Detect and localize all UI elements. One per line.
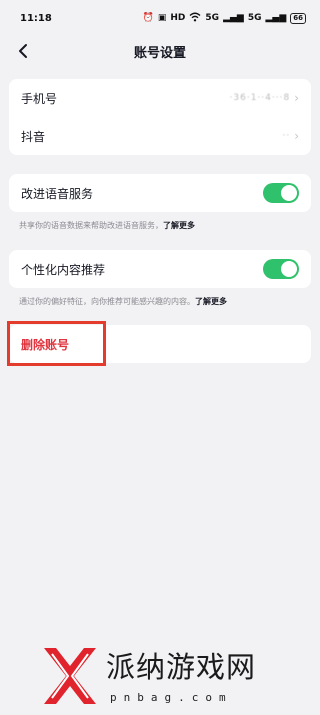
alarm-icon: ⏰ [142,13,154,23]
phone-label: 手机号 [21,91,58,106]
recommend-row: 个性化内容推荐 [9,250,311,288]
signal-icon: 5G [247,13,262,23]
wifi-icon [189,12,201,25]
vibrate-icon: ▣ [157,13,167,23]
chevron-right-icon: › [294,91,299,105]
page-title: 账号设置 [133,45,186,61]
phone-value-group: ·36·1··4···8 › [230,91,299,105]
voice-toggle[interactable] [263,183,299,203]
watermark-domain: pnbag.com [110,691,233,704]
signal-bars-icon: ▂▄▆ [265,13,287,23]
chevron-right-icon: › [294,129,299,143]
voice-label: 改进语音服务 [21,186,94,201]
recommend-caption: 通过你的偏好特征，向你推荐可能感兴趣的内容。了解更多 [19,296,227,307]
recommend-caption-text: 通过你的偏好特征，向你推荐可能感兴趣的内容。 [19,297,195,306]
watermark: 派纳游戏网 pnbag.com [40,640,320,710]
signal-icon: 5G [205,13,220,23]
recommend-learn-more-link[interactable]: 了解更多 [195,297,227,306]
delete-account-button[interactable]: 删除账号 [9,325,311,363]
douyin-value-group: ·· › [282,129,299,143]
watermark-text: 派纳游戏网 [106,650,257,684]
chevron-left-icon [19,44,27,58]
toggle-knob [281,261,297,277]
douyin-row[interactable]: 抖音 ·· › [9,117,311,155]
delete-account-label: 删除账号 [21,337,70,352]
status-time: 11:18 [20,12,52,24]
voice-row: 改进语音服务 [9,174,311,212]
signal-bars-icon: ▂▄▆ [223,13,244,23]
account-card: 手机号 ·36·1··4···8 › 抖音 ·· › [9,79,311,155]
toggle-knob [281,185,297,201]
recommend-label: 个性化内容推荐 [21,262,106,277]
voice-caption-text: 共享你的语音数据来帮助改进语音服务， [19,221,163,230]
status-icons: ⏰ ▣ HD 5G ▂▄▆ 5G ▂▄▆ 66 [143,12,306,25]
phone-row[interactable]: 手机号 ·36·1··4···8 › [9,79,311,117]
recommend-toggle[interactable] [263,259,299,279]
hd-icon: HD [170,13,186,23]
delete-card: 删除账号 [9,325,311,363]
voice-caption: 共享你的语音数据来帮助改进语音服务，了解更多 [19,220,195,231]
recommend-card: 个性化内容推荐 [9,250,311,288]
watermark-logo-icon [44,648,96,704]
phone-value: ·36·1··4···8 [229,93,291,103]
douyin-label: 抖音 [21,129,46,144]
status-bar: 11:18 ⏰ ▣ HD 5G ▂▄▆ 5G ▂▄▆ 66 [0,0,320,36]
back-button[interactable] [10,38,36,64]
nav-bar: 账号设置 [0,36,320,66]
battery-icon: 66 [290,12,306,24]
douyin-value: ·· [282,131,291,141]
voice-card: 改进语音服务 [9,174,311,212]
voice-learn-more-link[interactable]: 了解更多 [163,221,195,230]
